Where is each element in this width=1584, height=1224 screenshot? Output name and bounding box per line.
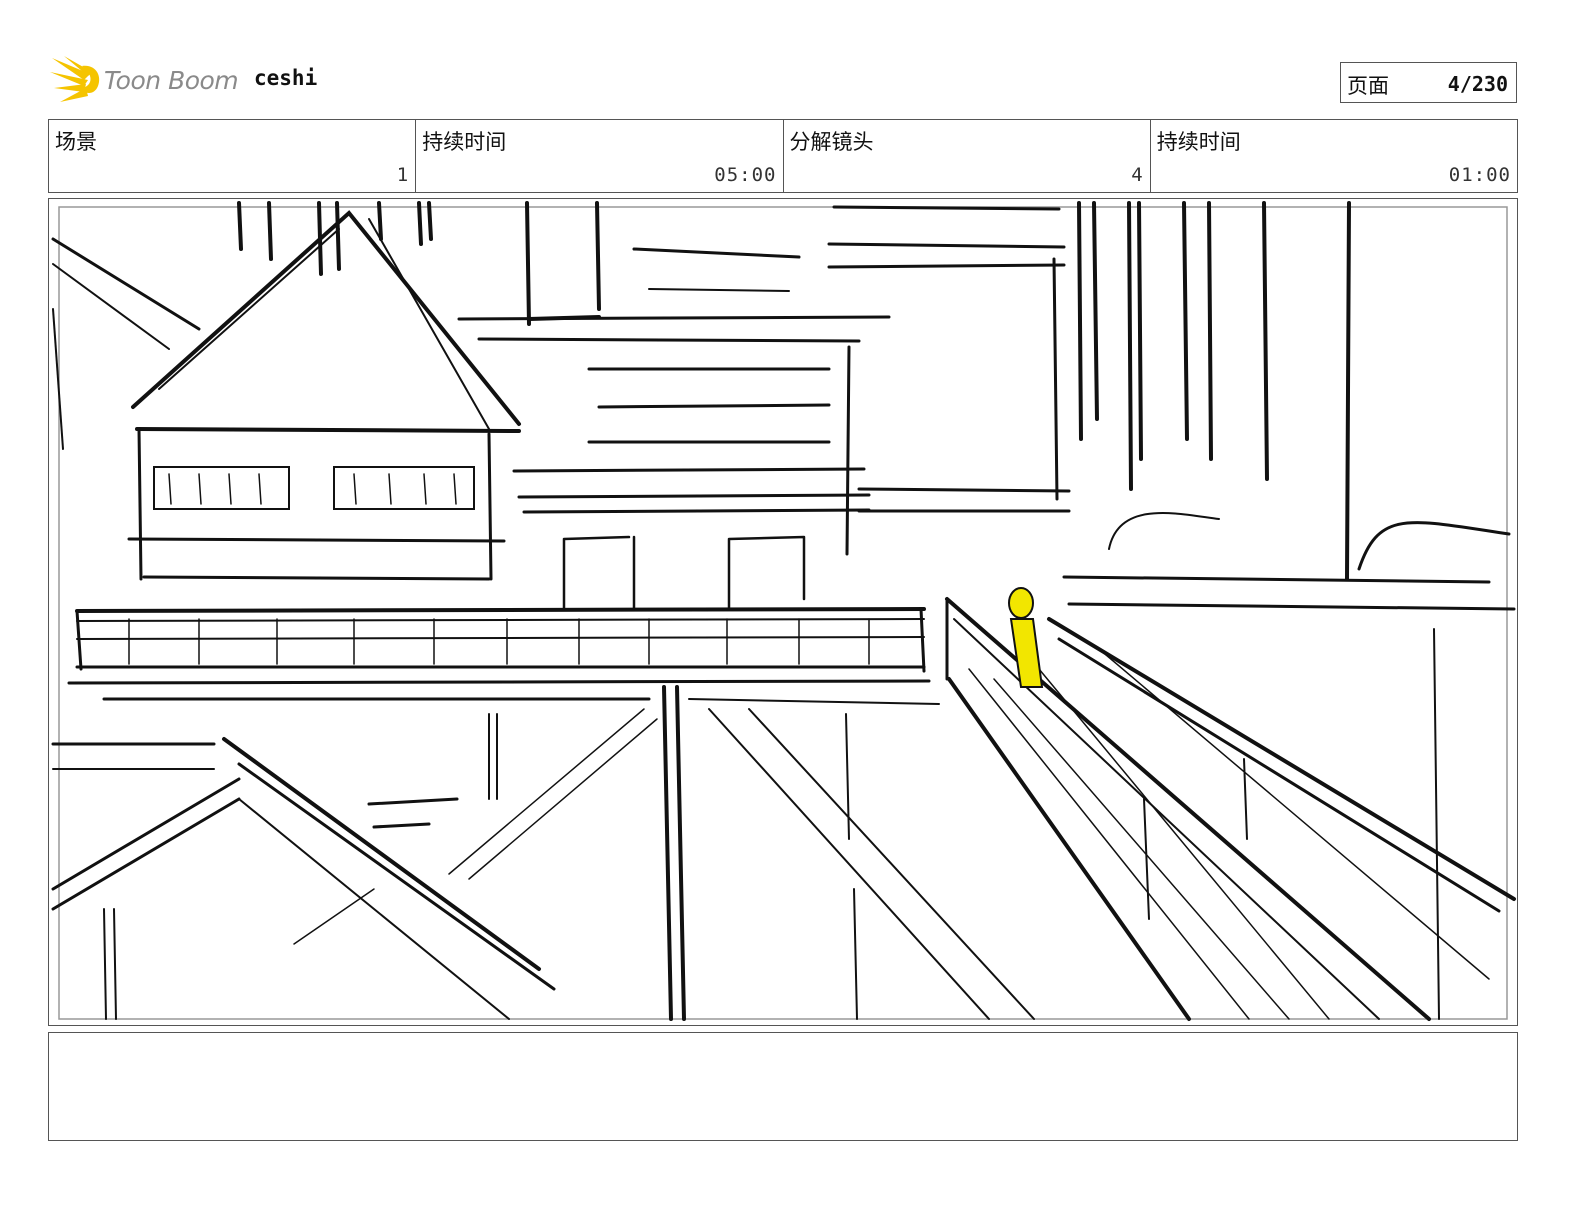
scene-cell: 场景 1 (49, 120, 417, 192)
panel-label: 分解镜头 (789, 130, 874, 154)
page-label: 页面 (1347, 74, 1389, 98)
panel-duration-label: 持续时间 (1156, 130, 1241, 154)
character-figure (1008, 587, 1044, 688)
toon-boom-sunburst-icon (50, 56, 100, 102)
scene-duration-cell: 持续时间 05:00 (416, 120, 784, 192)
panel-duration-cell: 持续时间 01:00 (1151, 120, 1517, 192)
caption-box (48, 1032, 1518, 1141)
scene-duration-label: 持续时间 (422, 130, 507, 154)
scene-duration-value: 05:00 (714, 164, 777, 186)
project-name: ceshi (254, 66, 318, 90)
storyboard-panel (48, 198, 1518, 1026)
scene-label: 场景 (55, 130, 97, 154)
page-number: 4/230 (1447, 72, 1508, 96)
panel-cell: 分解镜头 4 (784, 120, 1151, 192)
storyboard-sketch (51, 201, 1516, 1021)
panel-value: 4 (1131, 164, 1144, 186)
logo-wordmark: Toon Boom (104, 66, 239, 95)
toon-boom-logo: Toon Boom (50, 54, 250, 106)
page-indicator: 页面 4/230 (1340, 62, 1517, 103)
panel-info-table: 场景 1 持续时间 05:00 分解镜头 4 持续时间 01:00 (48, 119, 1518, 193)
panel-duration-value: 01:00 (1448, 164, 1511, 186)
scene-value: 1 (396, 164, 410, 186)
